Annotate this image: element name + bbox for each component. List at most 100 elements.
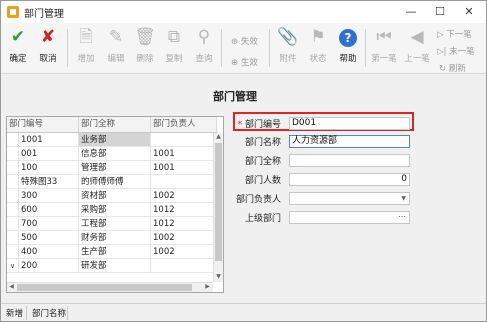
parent-dept-picker[interactable]: ⋯ — [289, 211, 410, 224]
refresh-button[interactable]: ↻ 刷新 — [439, 62, 466, 74]
table-cell-owner[interactable]: 1001 — [151, 147, 214, 161]
row-indicator[interactable] — [7, 161, 19, 175]
edit-button[interactable]: ✎ 编辑 — [103, 25, 129, 64]
check-icon: ✔ — [10, 27, 26, 47]
x-icon: ✘ — [40, 27, 56, 47]
cancel-button[interactable]: ✘ 取消 — [35, 25, 61, 64]
status-bar: 新增 部门名称 — [1, 303, 486, 321]
table-cell-owner[interactable] — [151, 133, 214, 147]
close-window-button[interactable]: ✕ — [454, 1, 484, 23]
table-cell-name[interactable]: 财务部 — [79, 231, 151, 245]
table-row[interactable]: ∨ 200 研发部 — [7, 259, 214, 273]
column-header-owner[interactable]: 部门负责人 — [151, 117, 217, 132]
app-icon — [7, 6, 19, 18]
query-button[interactable]: ⚲ 查询 — [191, 25, 217, 64]
table-row[interactable]: 特殊图33 的师傅师傅 — [7, 175, 214, 189]
attach-button[interactable]: 📎 附件 — [275, 25, 301, 64]
next-record-button[interactable]: ▷ 下一笔 — [437, 28, 472, 40]
table-cell-name[interactable]: 生产部 — [79, 245, 151, 259]
table-row[interactable]: 001 信息部 1001 — [7, 147, 214, 161]
ellipsis-icon[interactable]: ⋯ — [398, 211, 406, 222]
first-record-button[interactable]: ⏮ 第一笔 — [369, 25, 399, 64]
status-divider — [26, 306, 27, 320]
table-cell-code[interactable]: 400 — [19, 245, 79, 259]
row-indicator[interactable] — [7, 175, 19, 189]
table-cell-code[interactable]: 500 — [19, 231, 79, 245]
table-cell-code[interactable]: 600 — [19, 203, 79, 217]
row-indicator[interactable] — [7, 231, 19, 245]
row-indicator[interactable] — [7, 203, 19, 217]
toolbar-separator — [67, 29, 68, 67]
table-cell-name[interactable]: 采购部 — [79, 203, 151, 217]
table-cell-owner[interactable] — [151, 175, 214, 189]
help-button[interactable]: ? 帮助 — [335, 25, 361, 64]
toolbar: ✔ 确定 ✘ 取消 🗎 增加 ✎ 编辑 🗑 删除 ⧉ 复制 ⚲ 查询 ⊛ 失效 … — [1, 23, 486, 74]
table-cell-owner[interactable]: 1002 — [151, 231, 214, 245]
table-cell-name[interactable]: 工程部 — [79, 217, 151, 231]
toolbar-separator — [269, 29, 270, 67]
invalidate-button[interactable]: ⊛ 失效 — [231, 35, 258, 47]
maximize-button[interactable]: ☐ — [425, 1, 455, 23]
last-record-icon: ▷| — [437, 47, 447, 57]
table-cell-name[interactable]: 的师傅师傅 — [79, 175, 151, 189]
row-indicator[interactable] — [7, 133, 19, 147]
table-cell-code[interactable]: 200 — [19, 259, 79, 273]
manager-select[interactable]: ▼ — [289, 192, 410, 205]
minimize-button[interactable]: — — [396, 1, 426, 23]
table-cell-name[interactable]: 业务部 — [79, 133, 151, 147]
row-indicator[interactable] — [7, 245, 19, 259]
table-cell-owner[interactable]: 1001 — [151, 161, 214, 175]
row-expand-icon[interactable]: ∨ — [7, 259, 19, 273]
row-indicator[interactable] — [7, 189, 19, 203]
table-row[interactable]: 300 资材部 1002 — [7, 189, 214, 203]
status-button[interactable]: ⚑ 状态 — [305, 25, 331, 64]
dept-fullname-field[interactable] — [289, 154, 410, 167]
prev-record-button[interactable]: ◀ 上一笔 — [402, 25, 432, 64]
dept-name-field[interactable]: 人力资源部 — [289, 135, 410, 148]
table-cell-name[interactable]: 资材部 — [79, 189, 151, 203]
last-record-button[interactable]: ▷| 末一笔 — [437, 45, 475, 57]
row-indicator[interactable] — [7, 147, 19, 161]
delete-button[interactable]: 🗑 删除 — [132, 25, 158, 64]
table-cell-name[interactable]: 管理部 — [79, 161, 151, 175]
scroll-right-icon[interactable]: ▶ — [203, 283, 212, 290]
table-cell-owner[interactable]: 1002 — [151, 189, 214, 203]
table-cell-name[interactable]: 信息部 — [79, 147, 151, 161]
table-cell-code[interactable]: 001 — [19, 147, 79, 161]
confirm-button[interactable]: ✔ 确定 — [5, 25, 31, 64]
column-header-name[interactable]: 部门全称 — [79, 117, 151, 132]
activate-button[interactable]: ⊕ 生效 — [231, 56, 258, 68]
table-cell-code[interactable]: 1001 — [19, 133, 79, 147]
horizontal-scrollbar[interactable]: ◀ ▶ — [7, 282, 213, 292]
table-row[interactable]: 700 工程部 1012 — [7, 217, 214, 231]
table-cell-code[interactable]: 特殊图33 — [19, 175, 79, 189]
table-cell-owner[interactable] — [151, 259, 214, 273]
table-cell-code[interactable]: 700 — [19, 217, 79, 231]
next-record-icon: ▷ — [437, 30, 444, 40]
add-doc-icon: 🗎 — [79, 27, 93, 47]
copy-button[interactable]: ⧉ 复制 — [161, 25, 187, 64]
table-row[interactable]: 1001 业务部 — [7, 133, 214, 147]
table-cell-owner[interactable]: 1012 — [151, 217, 214, 231]
flag-icon: ⚑ — [310, 27, 326, 47]
column-header-code[interactable]: 部门编号 — [7, 117, 79, 132]
scroll-down-icon[interactable]: ▼ — [214, 273, 223, 280]
table-row[interactable]: 400 生产部 1002 — [7, 245, 214, 259]
table-cell-code[interactable]: 300 — [19, 189, 79, 203]
table-row[interactable]: 100 管理部 1001 — [7, 161, 214, 175]
table-row[interactable]: 600 采购部 1012 — [7, 203, 214, 217]
table-cell-owner[interactable]: 1002 — [151, 245, 214, 259]
copy-icon: ⧉ — [167, 27, 181, 47]
chevron-down-icon[interactable]: ▼ — [401, 193, 406, 204]
dept-code-field[interactable]: D001 — [289, 117, 410, 130]
horizontal-scroll-thumb[interactable] — [17, 284, 192, 291]
table-cell-code[interactable]: 100 — [19, 161, 79, 175]
headcount-field[interactable]: 0 — [289, 173, 410, 186]
delete-doc-icon: 🗑 — [134, 27, 156, 47]
add-button[interactable]: 🗎 增加 — [73, 25, 99, 64]
scroll-left-icon[interactable]: ◀ — [7, 283, 16, 290]
row-indicator[interactable] — [7, 217, 19, 231]
table-row[interactable]: 500 财务部 1002 — [7, 231, 214, 245]
table-cell-name[interactable]: 研发部 — [79, 259, 151, 273]
table-cell-owner[interactable]: 1012 — [151, 203, 214, 217]
